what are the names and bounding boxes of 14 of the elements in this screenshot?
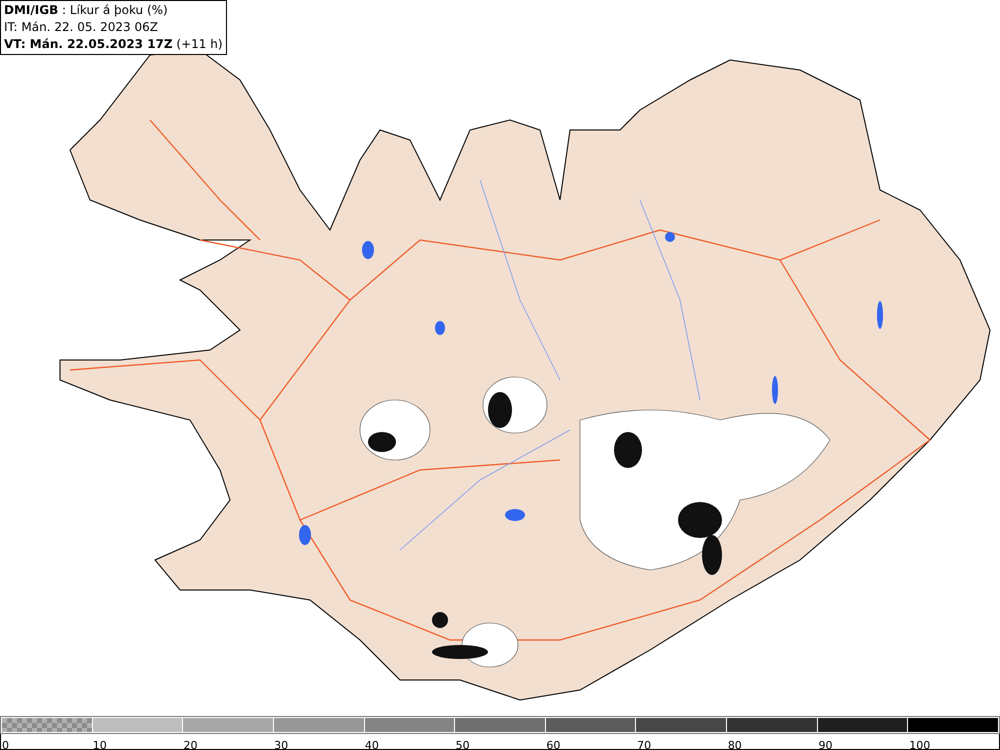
valid-time: VT: Mán. 22.05.2023 17Z (+11 h) — [4, 36, 223, 53]
tick-label: 70 — [636, 739, 652, 750]
tick-label: 80 — [726, 739, 742, 750]
tick-label: 60 — [545, 739, 560, 750]
tick-label: 0 — [1, 739, 9, 750]
tick-label: 20 — [182, 739, 198, 750]
map-title: DMI/IGB : Líkur á þoku (%) — [4, 2, 169, 19]
tick-label: 90 — [818, 739, 833, 750]
tick-label: 100 — [908, 739, 930, 750]
tick-label: 40 — [364, 739, 379, 750]
tick-label: 30 — [273, 739, 288, 750]
tick-label: 50 — [454, 739, 470, 750]
tick-label: 10 — [92, 739, 107, 750]
issue-time: IT: Mán. 22. 05. 2023 06Z — [4, 19, 159, 36]
